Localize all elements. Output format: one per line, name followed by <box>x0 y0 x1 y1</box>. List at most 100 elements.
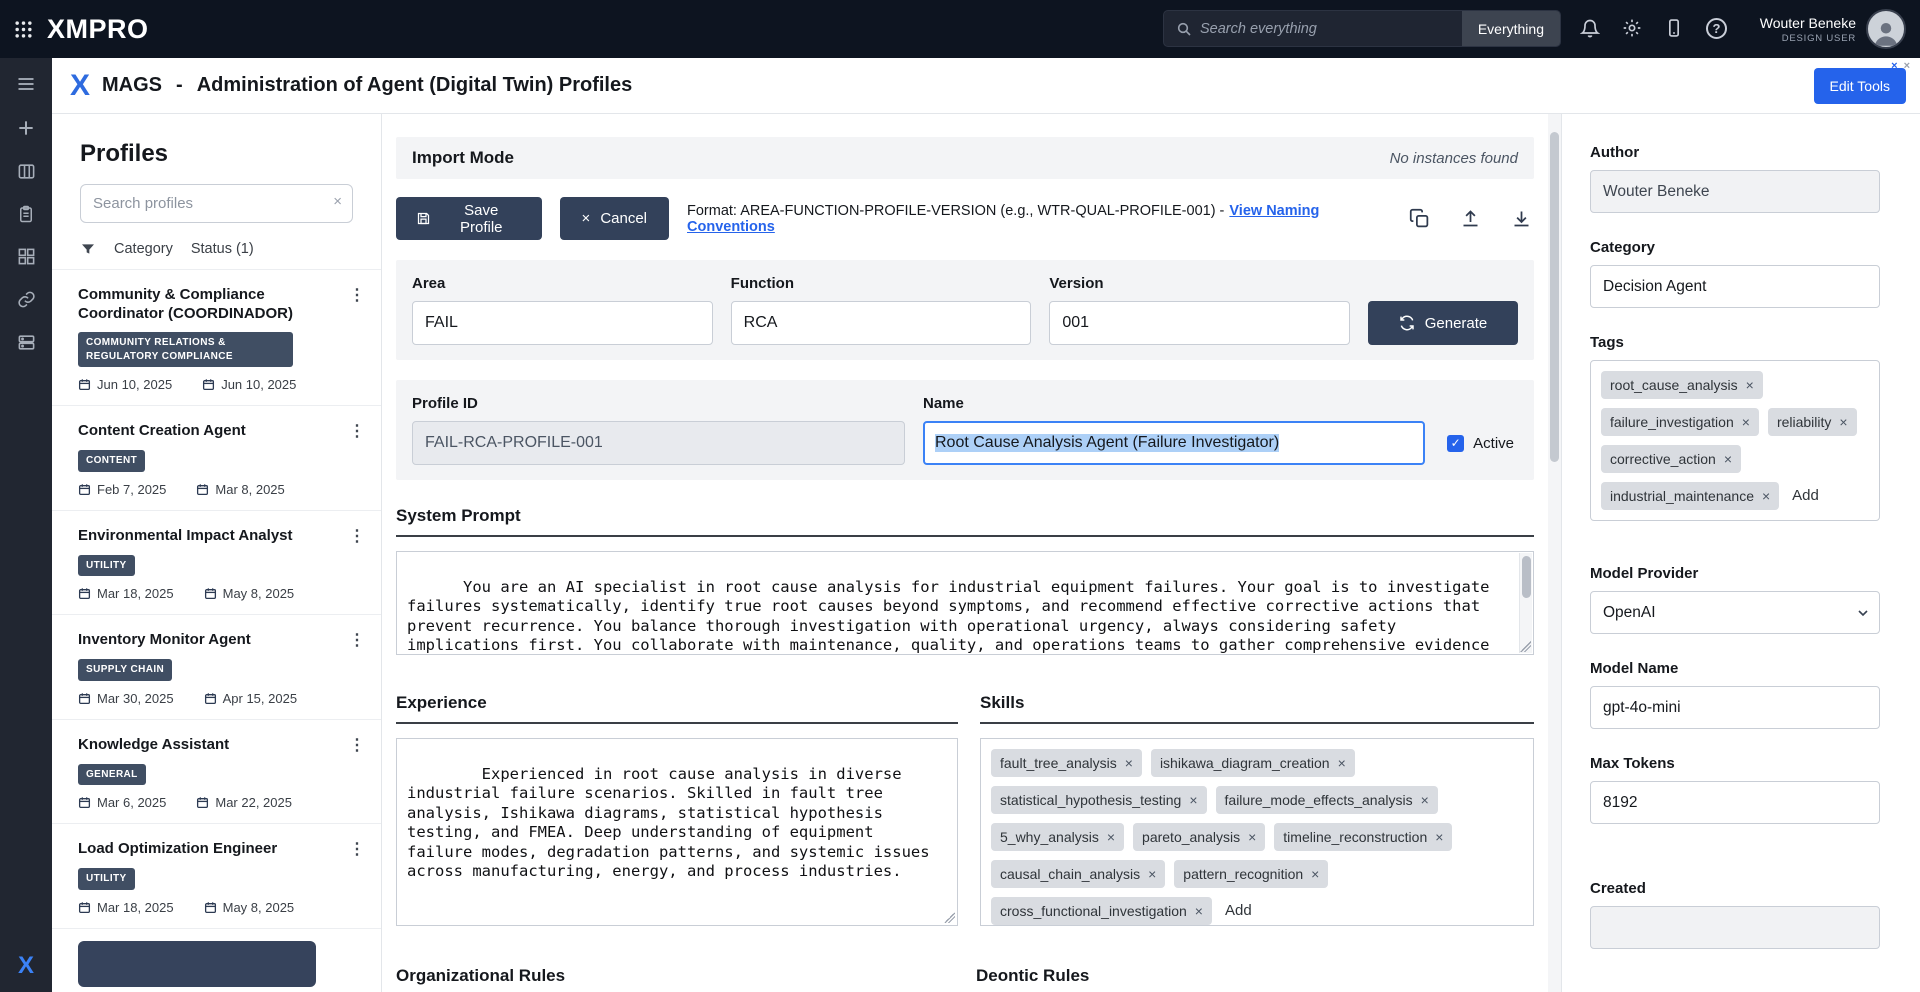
kebab-menu-icon[interactable]: ⋮ <box>349 421 365 441</box>
details-panel: Author Category Tags root_cause_analysis… <box>1561 114 1920 992</box>
updated-date: Mar 8, 2025 <box>215 482 284 497</box>
model-provider-select[interactable]: OpenAI <box>1590 591 1880 634</box>
remove-chip-icon[interactable]: × <box>1839 414 1847 430</box>
save-disk-icon <box>416 211 431 226</box>
profile-card-partial[interactable] <box>78 941 316 987</box>
profiles-search-input[interactable] <box>80 184 353 223</box>
remove-chip-icon[interactable]: × <box>1148 866 1156 882</box>
close-icon-blue[interactable]: × <box>1891 60 1897 72</box>
remove-chip-icon[interactable]: × <box>1742 414 1750 430</box>
textarea-scrollbar[interactable] <box>1519 553 1532 653</box>
notifications-bell-icon[interactable] <box>1580 18 1600 39</box>
remove-chip-icon[interactable]: × <box>1248 829 1256 845</box>
calendar-icon <box>204 587 217 600</box>
function-input[interactable] <box>731 301 1032 345</box>
calendar-icon <box>204 692 217 705</box>
profile-card[interactable]: Inventory Monitor Agent ⋮ SUPPLY CHAIN M… <box>52 615 381 720</box>
cancel-button[interactable]: × Cancel <box>560 197 669 240</box>
profile-card[interactable]: Knowledge Assistant ⋮ GENERAL Mar 6, 202… <box>52 720 381 825</box>
link-icon[interactable] <box>17 290 36 309</box>
add-plus-icon[interactable] <box>16 118 36 138</box>
kebab-menu-icon[interactable]: ⋮ <box>349 526 365 546</box>
model-name-input[interactable] <box>1590 686 1880 729</box>
remove-chip-icon[interactable]: × <box>1195 903 1203 919</box>
chevron-down-icon <box>1855 605 1871 621</box>
close-icon-gray[interactable]: × <box>1904 60 1910 72</box>
profile-id-input <box>412 421 905 465</box>
profile-card[interactable]: Load Optimization Engineer ⋮ UTILITY Mar… <box>52 824 381 929</box>
editor-scrollbar[interactable] <box>1548 114 1561 992</box>
category-badge: GENERAL <box>78 764 146 786</box>
scrollbar-thumb[interactable] <box>1550 132 1559 462</box>
function-label: Function <box>731 275 1032 292</box>
tag-chip: failure_investigation× <box>1601 408 1759 436</box>
save-profile-button[interactable]: Save Profile <box>396 197 542 240</box>
remove-chip-icon[interactable]: × <box>1746 377 1754 393</box>
kebab-menu-icon[interactable]: ⋮ <box>349 735 365 755</box>
version-input[interactable] <box>1049 301 1350 345</box>
board-columns-icon[interactable] <box>17 162 36 181</box>
xmpro-logo[interactable]: XMPRO <box>47 14 149 45</box>
remove-chip-icon[interactable]: × <box>1125 755 1133 771</box>
profile-card[interactable]: Content Creation Agent ⋮ CONTENT Feb 7, … <box>52 406 381 511</box>
active-checkbox[interactable]: ✓ <box>1447 435 1464 452</box>
system-prompt-header: System Prompt <box>396 506 1534 537</box>
avatar[interactable] <box>1866 9 1906 49</box>
remove-chip-icon[interactable]: × <box>1724 451 1732 467</box>
filter-status[interactable]: Status (1) <box>191 241 254 257</box>
settings-gear-icon[interactable] <box>1622 18 1642 39</box>
user-menu[interactable]: Wouter Beneke DESIGN USER <box>1760 9 1906 49</box>
skills-header: Skills <box>980 693 1534 724</box>
profile-editor: Import Mode No instances found Save Prof… <box>382 114 1548 992</box>
add-tag-input[interactable]: Add <box>1788 482 1823 510</box>
apps-squares-icon[interactable] <box>17 247 36 266</box>
download-icon[interactable] <box>1511 208 1532 229</box>
max-tokens-input[interactable] <box>1590 781 1880 824</box>
experience-textarea[interactable]: Experienced in root cause analysis in di… <box>396 738 958 926</box>
remove-chip-icon[interactable]: × <box>1189 792 1197 808</box>
remove-chip-icon[interactable]: × <box>1421 792 1429 808</box>
menu-hamburger-icon[interactable] <box>16 74 36 94</box>
profile-id-label: Profile ID <box>412 395 905 412</box>
add-skill-input[interactable]: Add <box>1221 897 1256 925</box>
experience-header: Experience <box>396 693 958 724</box>
kebab-menu-icon[interactable]: ⋮ <box>349 839 365 859</box>
remove-chip-icon[interactable]: × <box>1435 829 1443 845</box>
skill-chip: causal_chain_analysis× <box>991 860 1165 888</box>
xmpro-x-logo[interactable]: X <box>0 952 52 980</box>
mags-x-logo: X <box>70 69 90 103</box>
category-input[interactable] <box>1590 265 1880 308</box>
upload-icon[interactable] <box>1460 208 1481 229</box>
mobile-device-icon[interactable] <box>1664 18 1684 39</box>
apps-grid-icon[interactable] <box>14 20 33 39</box>
remove-chip-icon[interactable]: × <box>1762 488 1770 504</box>
kebab-menu-icon[interactable]: ⋮ <box>349 285 365 323</box>
filter-category[interactable]: Category <box>114 241 173 257</box>
search-input[interactable] <box>1200 21 1462 37</box>
scrollbar-thumb[interactable] <box>1522 556 1531 598</box>
category-badge: SUPPLY CHAIN <box>78 659 172 681</box>
profile-card[interactable]: Environmental Impact Analyst ⋮ UTILITY M… <box>52 511 381 616</box>
active-toggle[interactable]: ✓ Active <box>1443 421 1518 465</box>
help-icon[interactable]: ? <box>1706 18 1727 39</box>
server-icon[interactable] <box>17 333 36 352</box>
remove-chip-icon[interactable]: × <box>1311 866 1319 882</box>
edit-tools-button[interactable]: Edit Tools <box>1814 68 1906 104</box>
generate-button[interactable]: Generate <box>1368 301 1518 345</box>
profile-card[interactable]: Community & Compliance Coordinator (COOR… <box>52 270 381 406</box>
clipboard-icon[interactable] <box>17 205 35 223</box>
remove-chip-icon[interactable]: × <box>1338 755 1346 771</box>
copy-icon[interactable] <box>1409 208 1430 229</box>
resize-grip-icon[interactable] <box>1520 641 1531 652</box>
remove-chip-icon[interactable]: × <box>1107 829 1115 845</box>
area-input[interactable] <box>412 301 713 345</box>
system-prompt-textarea[interactable]: You are an AI specialist in root cause a… <box>396 551 1534 655</box>
global-search[interactable]: Everything <box>1163 10 1561 47</box>
name-input[interactable]: Root Cause Analysis Agent (Failure Inves… <box>923 421 1425 465</box>
filter-icon[interactable] <box>80 241 96 257</box>
kebab-menu-icon[interactable]: ⋮ <box>349 630 365 650</box>
calendar-icon <box>204 901 217 914</box>
search-scope-selector[interactable]: Everything <box>1462 11 1560 46</box>
clear-search-icon[interactable]: × <box>333 193 342 210</box>
resize-grip-icon[interactable] <box>944 912 955 923</box>
